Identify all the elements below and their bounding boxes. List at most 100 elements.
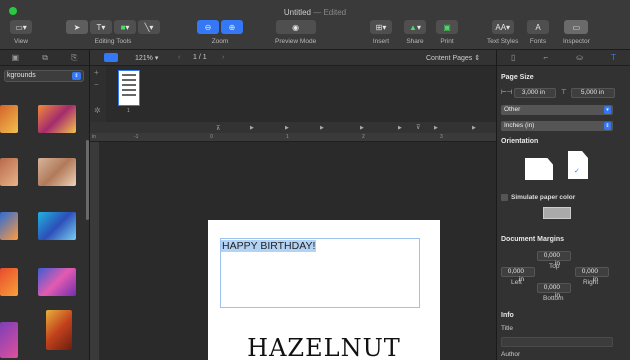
page-thumbnail-number: 1: [127, 108, 130, 114]
shape-tool-button[interactable]: ■ ▾: [114, 20, 136, 34]
background-thumbnail[interactable]: [0, 105, 18, 133]
vertical-ruler: [90, 142, 99, 360]
bottom-margin-field[interactable]: 0,000 in: [537, 283, 571, 299]
background-thumbnail[interactable]: [38, 268, 76, 296]
insert-group: ⊞▾ Insert: [370, 20, 392, 45]
selected-text[interactable]: HAPPY BIRTHDAY!: [221, 240, 317, 252]
paper-size-select[interactable]: Other ▾: [501, 105, 613, 115]
page-thumbnail[interactable]: [118, 70, 140, 106]
page-thumbnails-toggle[interactable]: [104, 53, 118, 62]
background-thumbnail[interactable]: [38, 158, 76, 186]
inspector-button[interactable]: ▭: [564, 20, 589, 34]
landscape-orientation-button[interactable]: [525, 158, 553, 180]
right-indent-icon[interactable]: ⊽: [416, 124, 420, 131]
top-margin-field[interactable]: 0,000 in: [537, 251, 571, 267]
toolbar: Untitled — Edited ▭▾ View ➤ T▾ ■ ▾ ╲▾ Edi…: [0, 0, 630, 50]
line-tool-button[interactable]: ╲▾: [138, 20, 160, 34]
zoom-group: ⊖ ⊕ Zoom: [197, 20, 243, 45]
tab-stop-icon[interactable]: ▶: [285, 125, 289, 131]
text-styles-group: AA▾ Text Styles: [487, 20, 518, 45]
print-button[interactable]: ▣: [436, 20, 458, 34]
layout-tab-icon[interactable]: ⌐: [544, 53, 549, 62]
image-tab-icon[interactable]: ▣: [12, 53, 20, 62]
printer-icon: ▣: [443, 22, 451, 32]
tab-stop-icon[interactable]: ▶: [434, 125, 438, 131]
text-tool-button[interactable]: T▾: [90, 20, 112, 34]
left-margin-field[interactable]: 0,000 in: [501, 267, 535, 283]
backgrounds-select-label: kgrounds: [7, 72, 36, 79]
ruler-tab-stops: ⊼ ▶ ▶ ▶ ▶ ▶ ⊽ ▶ ▶: [90, 122, 496, 133]
tab-stop-icon[interactable]: ▶: [320, 125, 324, 131]
share-label: Share: [406, 38, 424, 45]
info-heading: Info: [501, 312, 514, 319]
insert-button[interactable]: ⊞▾: [370, 20, 392, 34]
preview-mode-button[interactable]: ◉: [275, 20, 316, 34]
background-thumbnail[interactable]: [0, 268, 18, 296]
text-styles-icon: AA▾: [495, 22, 511, 32]
next-page-icon[interactable]: ›: [222, 54, 224, 61]
left-panel-scrollbar[interactable]: [86, 140, 89, 220]
remove-page-icon[interactable]: −: [94, 80, 99, 89]
fonts-button[interactable]: A: [527, 20, 549, 34]
page-height-field[interactable]: 5,000 in: [571, 88, 615, 98]
chevron-down-icon: ▾: [604, 106, 611, 114]
font-icon: A: [535, 22, 541, 32]
background-thumbnail[interactable]: [38, 105, 76, 133]
chevron-updown-icon: ⇕: [604, 122, 611, 130]
view-button[interactable]: ▭▾: [10, 20, 32, 34]
text-styles-button[interactable]: AA▾: [491, 20, 514, 34]
left-panel-tabs: ▣ ⧉ ⎘: [0, 50, 89, 66]
paper-size-value: Other: [504, 106, 521, 113]
indent-marker-icon[interactable]: ⊼: [216, 125, 220, 132]
right-margin-field[interactable]: 0,000 in: [575, 267, 609, 283]
text-tab-icon[interactable]: T: [611, 53, 616, 62]
page-navigation-bar: 121% ▾ ‹ 1 / 1 › Content Pages ⇕: [90, 50, 496, 66]
tab-stop-icon[interactable]: ▶: [398, 125, 402, 131]
share-button[interactable]: ▲ ▾: [404, 20, 426, 34]
zoom-select[interactable]: 121% ▾: [135, 54, 158, 62]
zoom-out-icon: ⊖: [204, 22, 212, 32]
prev-page-icon[interactable]: ‹: [178, 54, 180, 61]
zoom-in-button[interactable]: ⊕: [221, 20, 243, 34]
tab-stop-icon[interactable]: ▶: [360, 125, 364, 131]
page-width-field[interactable]: 3,000 in: [514, 88, 556, 98]
title-label: Title: [501, 325, 514, 332]
print-group: ▣ Print: [436, 20, 458, 45]
select-tool-button[interactable]: ➤: [66, 20, 88, 34]
top-margin-label: Top: [549, 263, 560, 270]
inspector-panel: ▯ ⌐ ⛀ T Page Size ⊢⊣ 3,000 in ⊤ 5,000 in…: [496, 50, 630, 360]
shapes-tab-icon[interactable]: ⧉: [42, 53, 48, 63]
content-pages-select[interactable]: Content Pages ⇕: [426, 54, 480, 62]
paper-color-well[interactable]: [543, 207, 571, 219]
background-thumbnail[interactable]: [46, 310, 72, 350]
gear-icon[interactable]: ✲: [94, 106, 101, 115]
units-select[interactable]: Inches (in) ⇕: [501, 121, 613, 131]
height-icon: ⊤: [561, 89, 567, 96]
ruler-tick: 1: [286, 134, 289, 140]
line-icon: ╲▾: [144, 22, 154, 32]
library-tab-icon[interactable]: ⎘: [71, 53, 77, 63]
simulate-paper-checkbox[interactable]: [501, 194, 508, 201]
style-tab-icon[interactable]: ⛀: [576, 53, 583, 62]
zoom-label: Zoom: [211, 38, 229, 45]
add-page-icon[interactable]: +: [94, 68, 99, 77]
text-icon: T▾: [96, 22, 106, 32]
document-title: Untitled: [283, 8, 311, 17]
background-thumbnail[interactable]: [0, 322, 18, 358]
zoom-in-icon: ⊕: [228, 22, 236, 32]
title-field[interactable]: [501, 337, 613, 347]
tab-stop-icon[interactable]: ▶: [472, 125, 476, 131]
heading-text[interactable]: HAZELNUT: [208, 334, 440, 360]
view-group: ▭▾ View: [10, 20, 32, 45]
background-thumbnail[interactable]: [0, 158, 18, 186]
document-tab-icon[interactable]: ▯: [511, 53, 515, 62]
backgrounds-panel: ▣ ⧉ ⎘ kgrounds ⇕: [0, 50, 90, 360]
editing-tools-label: Editing Tools: [94, 38, 132, 45]
background-thumbnail[interactable]: [38, 212, 76, 240]
view-label: View: [14, 38, 28, 45]
tab-stop-icon[interactable]: ▶: [250, 125, 254, 131]
background-thumbnail[interactable]: [0, 212, 18, 240]
backgrounds-select[interactable]: kgrounds ⇕: [4, 70, 84, 82]
share-group: ▲ ▾ Share: [404, 20, 426, 45]
zoom-out-button[interactable]: ⊖: [197, 20, 219, 34]
